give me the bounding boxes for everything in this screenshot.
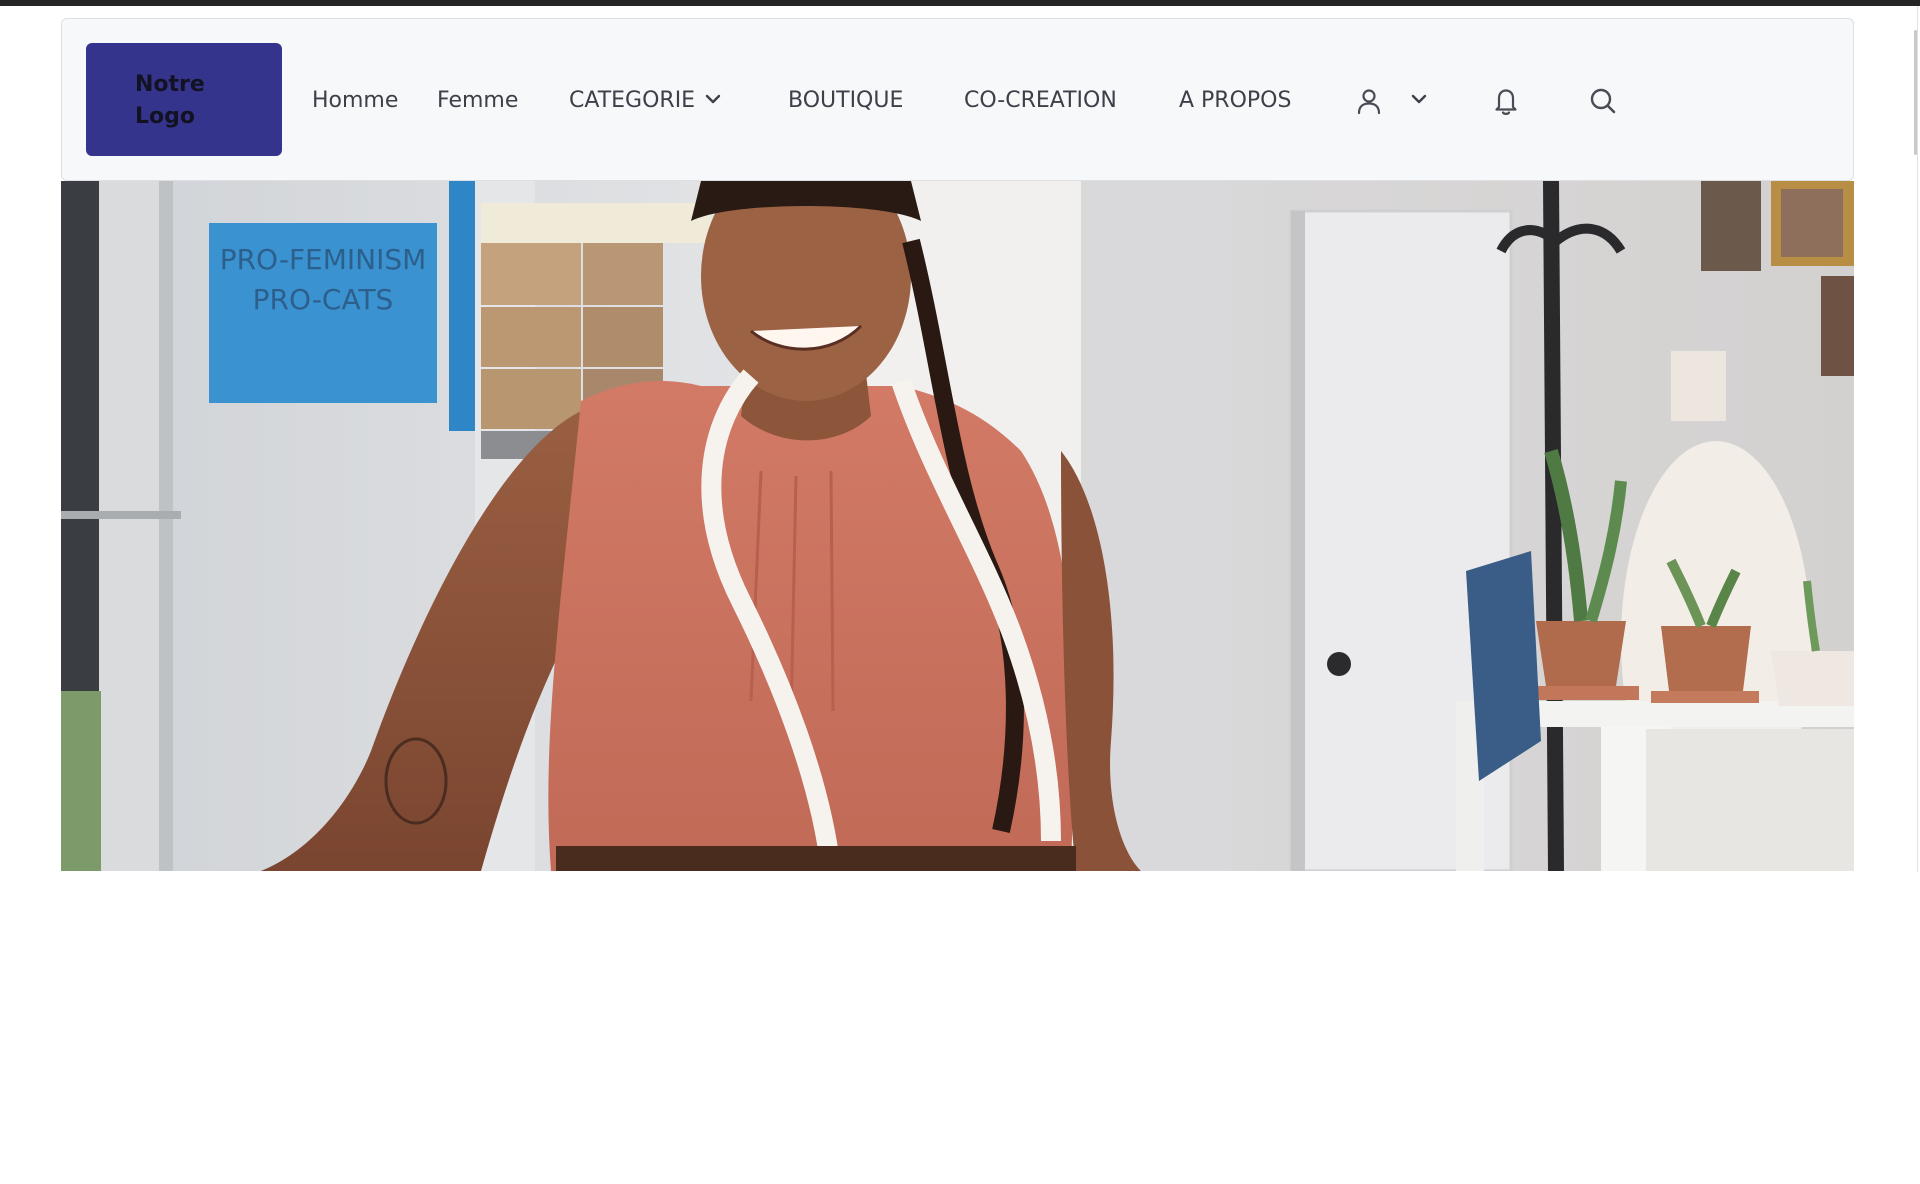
user-icon[interactable] — [1354, 86, 1384, 121]
main-navbar: Notre Logo Homme Femme CATEGORIE BOUTIQU… — [61, 18, 1854, 181]
hero-image: PRO-FEMINISM PRO-CATS — [61, 181, 1854, 871]
hero-banner: PRO-FEMINISM PRO-CATS — [61, 181, 1854, 871]
logo-line-1: Notre — [135, 72, 205, 97]
nav-link-cocreation[interactable]: CO-CREATION — [964, 83, 1117, 119]
page-edge-divider — [1917, 6, 1918, 872]
vertical-scrollbar[interactable] — [1914, 30, 1917, 155]
search-icon[interactable] — [1587, 85, 1619, 122]
chevron-down-icon[interactable] — [705, 92, 721, 110]
bell-icon[interactable] — [1491, 85, 1521, 122]
nav-link-femme[interactable]: Femme — [437, 83, 518, 119]
logo-line-2: Logo — [135, 104, 195, 129]
nav-link-categorie[interactable]: CATEGORIE — [569, 83, 695, 119]
poster-line-2: PRO-CATS — [253, 283, 394, 316]
hero-poster: PRO-FEMINISM PRO-CATS — [209, 223, 437, 403]
brand-logo[interactable]: Notre Logo — [86, 43, 282, 156]
nav-link-boutique[interactable]: BOUTIQUE — [788, 83, 903, 119]
nav-link-apropos[interactable]: A PROPOS — [1179, 83, 1291, 119]
browser-top-strip — [0, 0, 1920, 6]
nav-link-homme[interactable]: Homme — [312, 83, 398, 119]
poster-line-1: PRO-FEMINISM — [220, 243, 427, 276]
chevron-down-icon[interactable] — [1411, 92, 1427, 110]
